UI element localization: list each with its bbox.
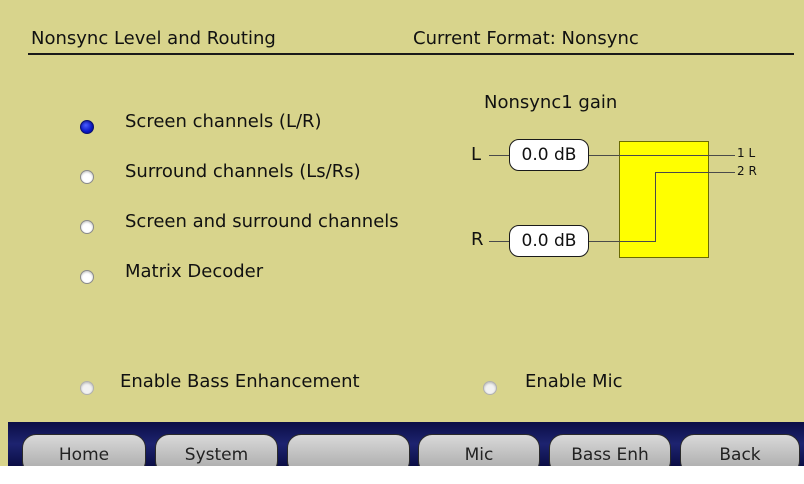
mic-option[interactable]: Enable Mic: [475, 371, 645, 399]
route-wire-r-to-2: [655, 172, 735, 173]
input-label-l: L: [471, 144, 482, 165]
nonsync-routing-screen: Nonsync Level and Routing Current Format…: [0, 0, 804, 484]
route-wire-r-horizontal: [589, 241, 655, 242]
radio-label-screen-and-surround: Screen and surround channels: [125, 211, 399, 232]
radio-button-screen-and-surround[interactable]: [80, 220, 94, 234]
radio-option-matrix-decoder[interactable]: Matrix Decoder: [70, 261, 310, 289]
radio-label-matrix-decoder: Matrix Decoder: [125, 261, 264, 282]
radio-option-screen-and-surround[interactable]: Screen and surround channels: [70, 211, 440, 239]
gain-input-r[interactable]: 0.0 dB: [509, 225, 589, 257]
current-format-label: Current Format: Nonsync: [413, 28, 639, 49]
input-line-l: [489, 155, 509, 156]
bass-enhancement-option[interactable]: Enable Bass Enhancement: [70, 371, 390, 399]
radio-button-screen-channels[interactable]: [80, 120, 94, 134]
radio-button-matrix-decoder[interactable]: [80, 270, 94, 284]
mic-toggle[interactable]: [483, 381, 497, 395]
header-divider: [28, 53, 794, 55]
bass-enhancement-toggle[interactable]: [80, 381, 94, 395]
radio-label-surround-channels: Surround channels (Ls/Rs): [125, 161, 361, 182]
screen-bottom-edge: [0, 466, 804, 484]
radio-button-surround-channels[interactable]: [80, 170, 94, 184]
radio-label-screen-channels: Screen channels (L/R): [125, 111, 322, 132]
bass-enhancement-label: Enable Bass Enhancement: [120, 371, 360, 392]
page-title: Nonsync Level and Routing: [31, 28, 276, 49]
route-wire-l-to-1: [589, 155, 735, 156]
mic-label: Enable Mic: [525, 371, 623, 392]
radio-option-screen-channels[interactable]: Screen channels (L/R): [70, 111, 380, 139]
input-line-r: [489, 241, 509, 242]
gain-input-l[interactable]: 0.0 dB: [509, 139, 589, 171]
route-wire-r-vertical: [655, 172, 656, 242]
input-label-r: R: [471, 229, 484, 250]
output-label-1: 1 L: [737, 146, 756, 160]
output-label-2: 2 R: [737, 164, 757, 178]
radio-option-surround-channels[interactable]: Surround channels (Ls/Rs): [70, 161, 400, 189]
gain-title: Nonsync1 gain: [484, 92, 618, 113]
